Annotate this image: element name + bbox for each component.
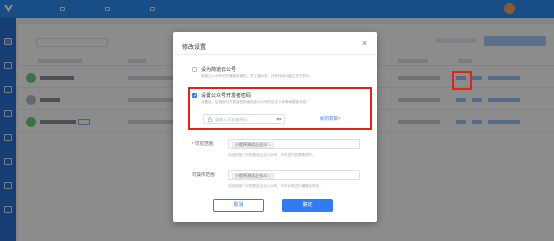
operate-range-chip[interactable]: 小程序测试企业22× — [232, 172, 274, 179]
basic-account-label: 设为简道云公号 — [201, 67, 237, 73]
basic-account-checkbox[interactable] — [192, 67, 197, 72]
dialog-title: 修改设置 — [182, 45, 207, 51]
visible-range-hint: 勾选的部门可查看该企业公众号，不可进行权限等操作。 — [228, 153, 316, 157]
chip-remove-icon[interactable]: × — [268, 142, 270, 147]
close-icon[interactable]: × — [360, 39, 369, 48]
confirm-button[interactable]: 确定 — [282, 199, 333, 212]
chip-remove-icon[interactable]: × — [268, 173, 270, 178]
settings-action-highlight — [452, 71, 472, 90]
basic-account-desc: 简道云公众号可开通微信通知，员工通讯录，还有持续功能正在开放中。 — [201, 74, 313, 78]
operate-range-label: 可操作范围: — [192, 172, 216, 177]
dialog-divider — [173, 54, 377, 55]
developer-password-highlight — [188, 87, 372, 130]
visible-range-chip[interactable]: 小程序测试企业22× — [232, 141, 274, 148]
operate-range-hint: 勾选的部门可查看该企业公众号，不可对其进行编辑及修改。 — [228, 184, 323, 188]
cancel-button[interactable]: 取消 — [213, 199, 264, 212]
visible-range-label: * 可见范围: — [192, 141, 215, 146]
visible-range-select[interactable]: 小程序测试企业22× — [228, 139, 360, 149]
settings-dialog: 修改设置 × 设为简道云公号 简道云公众号可开通微信通知，员工通讯录，还有持续功… — [173, 32, 377, 222]
operate-range-select[interactable]: 小程序测试企业22× — [228, 170, 360, 180]
